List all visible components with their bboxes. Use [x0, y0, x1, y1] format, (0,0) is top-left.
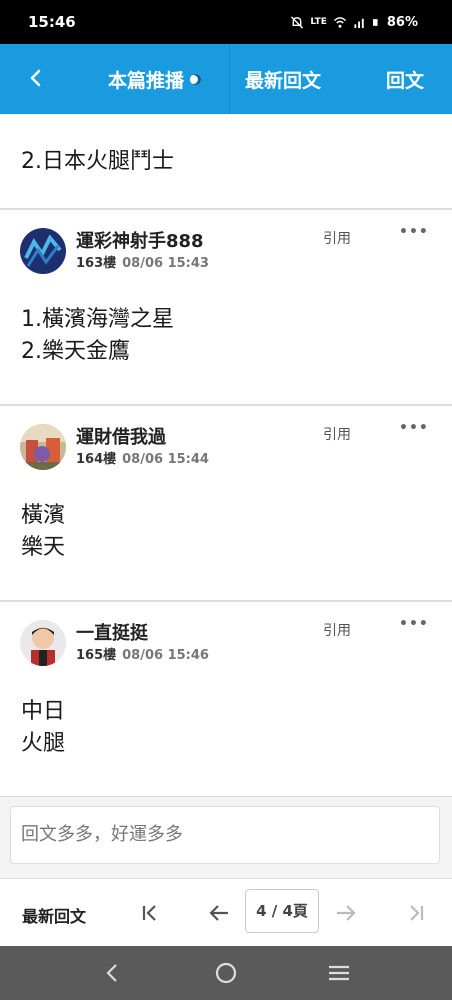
latest-replies-tab[interactable]: 最新回文 [245, 44, 321, 114]
lte-icon: LTE [310, 17, 327, 27]
avatar[interactable] [20, 424, 66, 470]
post-meta: 運彩神射手888 163樓 08/06 15:43 [76, 230, 209, 274]
post-line: 2.樂天金鷹 [21, 339, 130, 364]
sys-back-icon[interactable] [101, 961, 125, 985]
pagination-bar: 最新回文 4 / 4頁 [0, 878, 452, 947]
system-navigation-bar [0, 946, 452, 1000]
floor-number: 163樓 [76, 256, 117, 271]
broadcast-tab[interactable]: 本篇推播 [108, 44, 202, 114]
broadcast-label: 本篇推播 [108, 69, 185, 92]
prev-page-icon[interactable] [207, 901, 231, 925]
last-page-icon[interactable] [404, 901, 428, 925]
post-line: 火腿 [21, 731, 66, 756]
post-line: 樂天 [21, 535, 66, 560]
floor-number: 164樓 [76, 452, 117, 467]
quote-button[interactable]: 引用 [323, 228, 351, 248]
top-nav-bar: 本篇推播 最新回文 回文 [0, 44, 452, 114]
battery-level: 86% [386, 14, 418, 30]
post-header: 一直挺挺 165樓 08/06 15:46 [20, 620, 209, 666]
sys-recents-icon[interactable] [327, 961, 351, 985]
username[interactable]: 一直挺挺 [76, 622, 209, 646]
status-bar: 15:46 LTE 86% [0, 0, 452, 44]
first-page-icon[interactable] [138, 901, 162, 925]
thread-content: 2.日本火腿鬥士 運彩神射手888 163樓 08/06 15:43 引用 •••… [0, 114, 452, 796]
battery-icon [372, 18, 378, 26]
post-time: 08/06 15:46 [122, 648, 209, 663]
quote-button[interactable]: 引用 [323, 620, 351, 640]
page-indicator[interactable]: 4 / 4頁 [245, 889, 319, 933]
mute-icon [291, 15, 304, 29]
post-text: 中日 火腿 [21, 696, 65, 760]
username[interactable]: 運財借我過 [76, 426, 209, 450]
post-info: 163樓 08/06 15:43 [76, 254, 209, 274]
notification-dot-icon [190, 73, 202, 85]
post-meta: 一直挺挺 165樓 08/06 15:46 [76, 622, 209, 666]
next-page-icon[interactable] [334, 901, 358, 925]
quote-button[interactable]: 引用 [323, 424, 351, 444]
post-header: 運彩神射手888 163樓 08/06 15:43 [20, 228, 209, 274]
post-line: 1.橫濱海灣之星 [21, 307, 174, 332]
reply-tab[interactable]: 回文 [386, 44, 424, 114]
sys-home-icon[interactable] [214, 961, 238, 985]
post-text: 2.日本火腿鬥士 [21, 149, 174, 174]
wifi-icon [333, 16, 346, 28]
post-meta: 運財借我過 164樓 08/06 15:44 [76, 426, 209, 470]
username[interactable]: 運彩神射手888 [76, 230, 209, 254]
signal-icon [354, 18, 364, 28]
more-options-icon[interactable]: ••• [399, 420, 429, 436]
post-info: 164樓 08/06 15:44 [76, 450, 209, 470]
floor-number: 165樓 [76, 648, 117, 663]
status-icons: LTE 86% [290, 15, 418, 30]
previous-post-tail: 2.日本火腿鬥士 [0, 114, 452, 208]
post-info: 165樓 08/06 15:46 [76, 646, 209, 666]
post-time: 08/06 15:43 [122, 256, 209, 271]
post-header: 運財借我過 164樓 08/06 15:44 [20, 424, 209, 470]
reply-bar: 回文多多，好運多多 [0, 796, 452, 879]
post-item: 一直挺挺 165樓 08/06 15:46 引用 ••• 中日 火腿 [0, 602, 452, 796]
more-options-icon[interactable]: ••• [399, 616, 429, 632]
post-item: 運彩神射手888 163樓 08/06 15:43 引用 ••• 1.橫濱海灣之星… [0, 210, 452, 404]
avatar[interactable] [20, 620, 66, 666]
nav-divider [229, 44, 230, 114]
post-text: 橫濱 樂天 [21, 500, 65, 564]
avatar[interactable] [20, 228, 66, 274]
latest-replies-button[interactable]: 最新回文 [22, 903, 86, 927]
back-icon[interactable] [24, 66, 48, 90]
more-options-icon[interactable]: ••• [399, 224, 429, 240]
post-line: 橫濱 [21, 503, 66, 528]
post-time: 08/06 15:44 [122, 452, 209, 467]
post-item: 運財借我過 164樓 08/06 15:44 引用 ••• 橫濱 樂天 [0, 406, 452, 600]
post-line: 中日 [21, 699, 66, 724]
post-text: 1.橫濱海灣之星 2.樂天金鷹 [21, 304, 174, 368]
reply-input[interactable]: 回文多多，好運多多 [10, 806, 440, 864]
status-time: 15:46 [28, 13, 76, 31]
